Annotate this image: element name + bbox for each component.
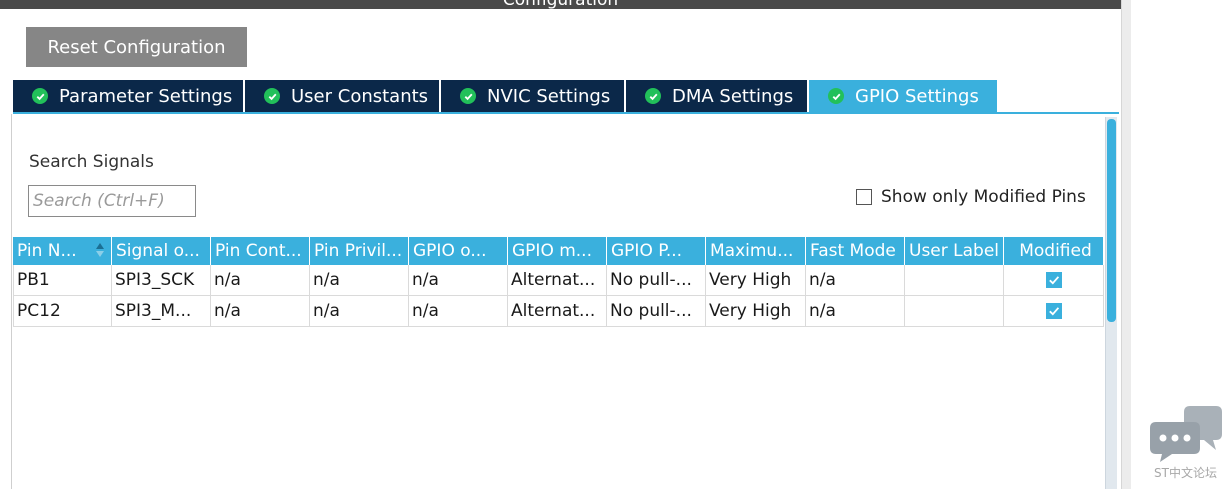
show-only-modified-checkbox[interactable]: Show only Modified Pins — [856, 187, 1086, 207]
cell-fast-mode: n/a — [806, 296, 905, 326]
column-header-gpio-mode[interactable]: GPIO m... — [508, 237, 607, 265]
column-header-modified[interactable]: Modified — [1004, 237, 1104, 265]
cell-pin-context: n/a — [211, 296, 310, 326]
tab-label: GPIO Settings — [855, 85, 979, 107]
cell-modified — [1004, 296, 1104, 326]
search-signals-input[interactable] — [28, 185, 196, 217]
table-row[interactable]: PB1 SPI3_SCK n/a n/a n/a Alternat... No … — [13, 265, 1104, 296]
column-header-pin-privilege[interactable]: Pin Privil... — [310, 237, 409, 265]
window-title: Configuration — [0, 0, 1121, 9]
modified-check-icon — [1045, 272, 1062, 288]
cell-modified — [1004, 265, 1104, 295]
cell-pin-privilege: n/a — [310, 265, 409, 295]
cell-signal: SPI3_M... — [112, 296, 211, 326]
window-right-border — [1121, 0, 1131, 489]
window-title-bar: Configuration — [0, 0, 1121, 9]
column-header-maximum-speed[interactable]: Maximu... — [706, 237, 806, 265]
scrollbar-thumb[interactable] — [1107, 119, 1116, 322]
vertical-scrollbar[interactable] — [1105, 117, 1117, 489]
cell-pin-name: PC12 — [13, 296, 112, 326]
panel-border — [11, 114, 12, 489]
checkbox-box[interactable] — [856, 189, 872, 205]
cell-gpio-mode: Alternat... — [508, 265, 607, 295]
cell-gpio-output: n/a — [409, 265, 508, 295]
column-header-pin-name[interactable]: Pin N... — [13, 237, 112, 265]
cell-pin-context: n/a — [211, 265, 310, 295]
tab-label: User Constants — [291, 85, 429, 107]
tab-user-constants[interactable]: User Constants — [245, 80, 439, 112]
check-circle-icon — [645, 88, 661, 104]
modified-check-icon — [1045, 303, 1062, 319]
tab-dma-settings[interactable]: DMA Settings — [626, 80, 807, 112]
cell-gpio-output: n/a — [409, 296, 508, 326]
cell-gpio-pull: No pull-... — [607, 296, 706, 326]
cell-gpio-pull: No pull-... — [607, 265, 706, 295]
column-header-user-label[interactable]: User Label — [905, 237, 1004, 265]
cell-pin-privilege: n/a — [310, 296, 409, 326]
cell-pin-name: PB1 — [13, 265, 112, 295]
cell-signal: SPI3_SCK — [112, 265, 211, 295]
tab-label: NVIC Settings — [487, 85, 611, 107]
watermark-text: ST中文论坛 — [1154, 466, 1217, 480]
tab-underline — [13, 112, 1119, 114]
show-only-modified-label: Show only Modified Pins — [881, 187, 1086, 207]
tab-parameter-settings[interactable]: Parameter Settings — [13, 80, 243, 112]
cell-max-speed: Very High — [706, 265, 806, 295]
sort-icon[interactable] — [95, 240, 105, 260]
cell-fast-mode: n/a — [806, 265, 905, 295]
cell-user-label — [905, 296, 1004, 326]
watermark-logo: ST中文论坛 — [1150, 404, 1224, 484]
table-header-row: Pin N... Signal o... Pin Cont... Pin Pri… — [13, 237, 1104, 265]
column-header-fast-mode[interactable]: Fast Mode — [806, 237, 905, 265]
cell-gpio-mode: Alternat... — [508, 296, 607, 326]
column-header-pin-context[interactable]: Pin Cont... — [211, 237, 310, 265]
check-circle-icon — [460, 88, 476, 104]
chat-bubbles-icon — [1150, 406, 1222, 462]
tab-gpio-settings[interactable]: GPIO Settings — [809, 80, 997, 112]
check-circle-icon — [828, 88, 844, 104]
table-row[interactable]: PC12 SPI3_M... n/a n/a n/a Alternat... N… — [13, 296, 1104, 327]
cell-max-speed: Very High — [706, 296, 806, 326]
search-signals-label: Search Signals — [29, 152, 154, 172]
reset-configuration-button[interactable]: Reset Configuration — [26, 27, 247, 67]
column-header-gpio-pull[interactable]: GPIO P... — [607, 237, 706, 265]
tab-label: Parameter Settings — [59, 85, 233, 107]
settings-tab-bar: Parameter Settings User Constants NVIC S… — [13, 80, 999, 112]
tab-nvic-settings[interactable]: NVIC Settings — [441, 80, 624, 112]
tab-label: DMA Settings — [672, 85, 794, 107]
cell-user-label — [905, 265, 1004, 295]
check-circle-icon — [264, 88, 280, 104]
column-header-gpio-output-level[interactable]: GPIO o... — [409, 237, 508, 265]
gpio-pin-table: Pin N... Signal o... Pin Cont... Pin Pri… — [13, 237, 1104, 327]
column-header-signal-on-pin[interactable]: Signal o... — [112, 237, 211, 265]
check-circle-icon — [32, 88, 48, 104]
